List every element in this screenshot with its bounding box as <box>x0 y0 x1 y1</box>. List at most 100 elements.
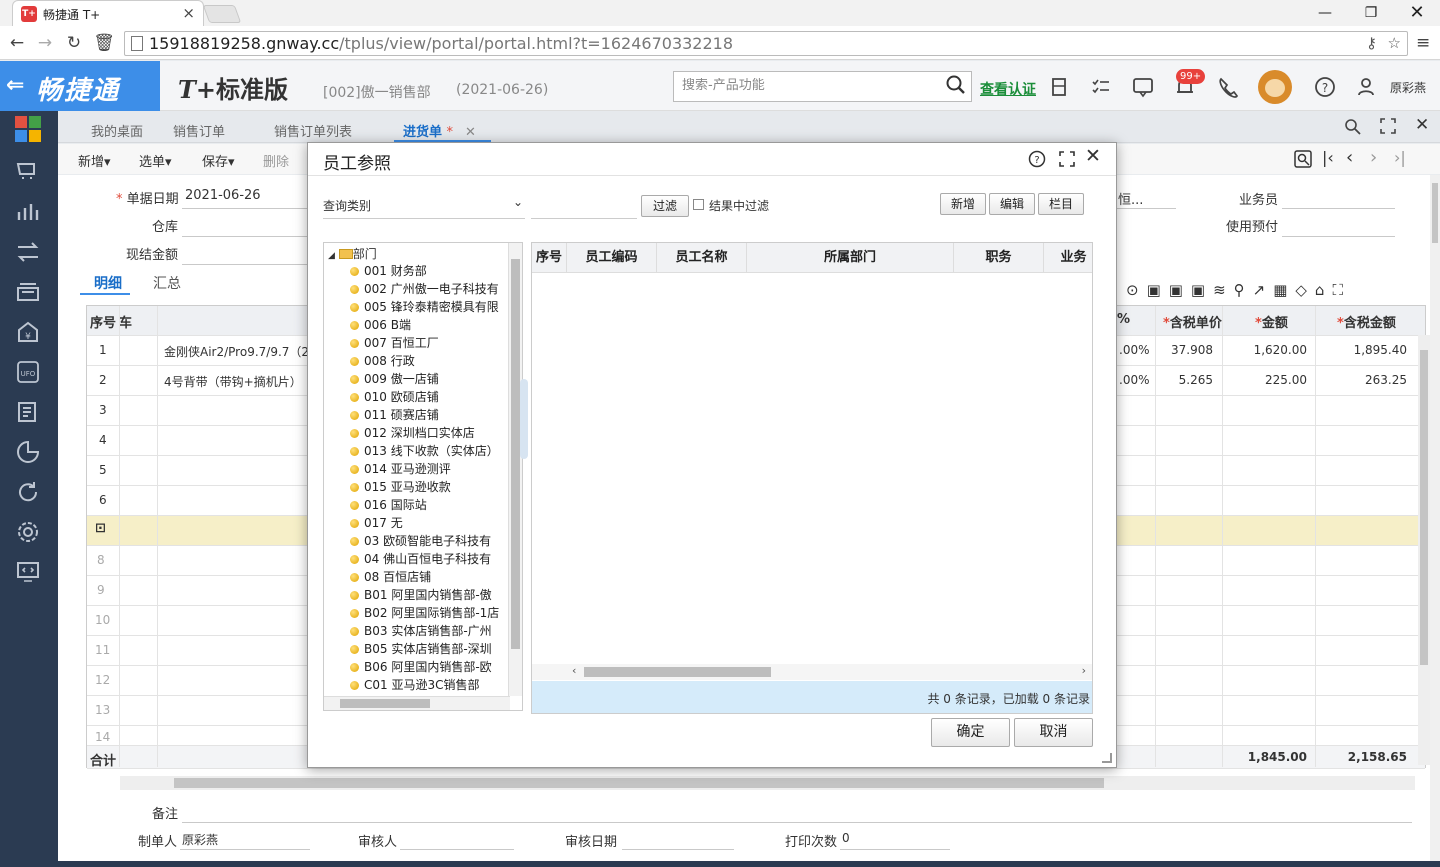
cart-icon[interactable] <box>14 158 42 186</box>
tree-item[interactable]: 015 亚马逊收款 <box>350 478 451 496</box>
phone-icon[interactable] <box>1214 74 1240 100</box>
url-field[interactable]: 15918819258.gnway.cc/tplus/view/portal/p… <box>124 31 1408 56</box>
tree-item[interactable]: B06 阿里国内销售部-欧 <box>350 658 492 676</box>
subtab-summary[interactable]: 汇总 <box>153 273 181 293</box>
maximize-button[interactable]: ❐ <box>1348 0 1394 26</box>
refresh-cycle-icon[interactable] <box>14 478 42 506</box>
save-menu-button[interactable]: 保存▾ <box>202 151 235 170</box>
select-menu-button[interactable]: 选单▾ <box>139 151 172 170</box>
tree-item[interactable]: C01 亚马逊3C销售部 <box>349 676 479 694</box>
collapse-arrow-icon[interactable]: ⇐ <box>6 73 24 98</box>
tree-item[interactable]: 016 国际站 <box>350 496 427 514</box>
search-input[interactable] <box>682 78 932 93</box>
tree-item[interactable]: 08 百恒店铺 <box>349 568 431 586</box>
verify-link[interactable]: 查看认证 <box>980 79 1036 99</box>
emp-col-position[interactable]: 职务 <box>954 243 1044 273</box>
tree-item[interactable]: 008 行政 <box>350 352 415 370</box>
tree-item[interactable]: 017 无 <box>350 514 403 532</box>
message-icon[interactable] <box>1130 74 1156 100</box>
fullscreen-icon[interactable] <box>1380 118 1396 134</box>
inventory-icon[interactable] <box>14 278 42 306</box>
reload-icon[interactable]: ↻ <box>62 33 86 53</box>
calculator-icon[interactable] <box>1046 74 1072 100</box>
forward-icon[interactable]: → <box>33 33 57 53</box>
tree-item[interactable]: 005 锋玲泰精密模具有限 <box>350 298 499 316</box>
tree-item[interactable]: 04 佛山百恒电子科技有 <box>349 550 491 568</box>
back-icon[interactable]: ← <box>5 33 29 53</box>
tree-vertical-scrollbar[interactable] <box>508 243 522 696</box>
pie-chart-icon[interactable] <box>14 438 42 466</box>
exchange-icon[interactable] <box>14 238 42 266</box>
browser-menu-icon[interactable]: ≡ <box>1416 33 1430 53</box>
tree-item[interactable]: 03 欧硕智能电子科技有 <box>349 532 491 550</box>
dialog-edit-button[interactable]: 编辑 <box>989 193 1035 215</box>
emp-col-name[interactable]: 员工名称 <box>657 243 747 273</box>
document-edit-icon[interactable] <box>14 398 42 426</box>
splitter-handle[interactable] <box>520 379 528 459</box>
new-menu-button[interactable]: 新增▾ <box>78 151 111 170</box>
tree-item[interactable]: B05 实体店销售部-深圳 <box>350 640 492 658</box>
next-record-icon[interactable]: › <box>1370 147 1377 168</box>
cancel-button[interactable]: 取消 <box>1014 718 1093 747</box>
monkey-mascot-icon[interactable] <box>1258 70 1292 104</box>
tree-item[interactable]: 012 深圳档口实体店 <box>350 424 475 442</box>
ufo-icon[interactable]: UFO <box>14 358 42 386</box>
tree-item[interactable]: 010 欧硕店铺 <box>350 388 439 406</box>
grid-vertical-scrollbar[interactable] <box>1418 335 1430 765</box>
dialog-close-icon[interactable]: ✕ <box>1085 145 1101 167</box>
tree-item[interactable]: 011 硕赛店铺 <box>350 406 439 424</box>
dialog-help-icon[interactable]: ? <box>1028 150 1046 168</box>
last-record-icon[interactable]: ›| <box>1394 148 1406 167</box>
bookmark-star-icon[interactable]: ☆ <box>1388 34 1401 52</box>
tree-item[interactable]: 002 广州傲一电子科技有 <box>350 280 499 298</box>
tab-my-desktop[interactable]: 我的桌面 <box>91 121 143 140</box>
user-name[interactable]: 原彩燕 <box>1390 79 1426 96</box>
finance-icon[interactable]: ¥ <box>14 318 42 346</box>
monitor-code-icon[interactable] <box>14 558 42 586</box>
prepay-field[interactable] <box>1282 236 1395 237</box>
tree-item[interactable]: B02 阿里国际销售部-1店 <box>349 604 499 622</box>
tree-root[interactable]: ◢ 部门 <box>328 245 377 262</box>
help-icon[interactable]: ? <box>1312 74 1338 100</box>
tree-item[interactable]: 007 百恒工厂 <box>350 334 439 352</box>
tab-sales-order[interactable]: 销售订单 <box>173 121 225 140</box>
ok-button[interactable]: 确定 <box>931 718 1010 747</box>
key-icon[interactable]: ⚷ <box>1366 34 1377 52</box>
checklist-icon[interactable] <box>1088 74 1114 100</box>
emp-col-business[interactable]: 业务 <box>1044 243 1092 273</box>
tree-item[interactable]: B01 阿里国内销售部-傲 <box>350 586 492 604</box>
app-grid-icon[interactable] <box>15 116 42 143</box>
tab-sales-order-list[interactable]: 销售订单列表 <box>274 121 352 140</box>
minimize-button[interactable]: — <box>1302 0 1348 26</box>
trash-icon[interactable]: 🗑 <box>92 33 116 53</box>
remark-field[interactable] <box>182 822 1412 823</box>
filter-button[interactable]: 过滤 <box>641 195 689 217</box>
tab-close-icon[interactable]: ✕ <box>465 125 476 140</box>
browser-tab[interactable]: T+ 畅捷通 T+ × <box>12 0 204 26</box>
grid-tool-icons[interactable]: ⊙▣▣▣≋⚲↗▦◇⌂⛶ <box>1126 281 1351 299</box>
settings-icon[interactable] <box>14 518 42 546</box>
resize-grip-icon[interactable] <box>1102 753 1112 763</box>
tab-close-icon[interactable]: × <box>182 4 195 22</box>
close-tab-icon[interactable]: ✕ <box>1415 115 1429 135</box>
search-icon[interactable] <box>945 74 967 96</box>
dialog-columns-button[interactable]: 栏目 <box>1038 193 1084 215</box>
chart-icon[interactable] <box>14 198 42 226</box>
user-icon[interactable] <box>1353 74 1379 100</box>
form-scrollbar[interactable] <box>1430 175 1440 867</box>
cash-amount-field[interactable] <box>182 264 307 265</box>
prev-record-icon[interactable]: ‹ <box>1346 147 1353 168</box>
row-edit-icon[interactable]: ⊡ <box>95 521 106 536</box>
tree-item[interactable]: 009 傲一店铺 <box>350 370 439 388</box>
filter-in-result-checkbox[interactable] <box>693 199 704 210</box>
delete-button[interactable]: 删除 <box>263 151 289 170</box>
tree-item[interactable]: 013 线下收款（实体店） <box>350 442 499 460</box>
first-record-icon[interactable]: |‹ <box>1322 148 1334 167</box>
tab-search-icon[interactable] <box>1344 118 1362 136</box>
tree-item[interactable]: 014 亚马逊测评 <box>350 460 451 478</box>
emp-col-code[interactable]: 员工编码 <box>567 243 657 273</box>
supplier-value[interactable]: 恒... <box>1118 189 1143 208</box>
tree-item[interactable]: 006 B端 <box>350 316 411 334</box>
emp-col-department[interactable]: 所属部门 <box>747 243 954 273</box>
tree-horizontal-scrollbar[interactable] <box>324 696 510 710</box>
